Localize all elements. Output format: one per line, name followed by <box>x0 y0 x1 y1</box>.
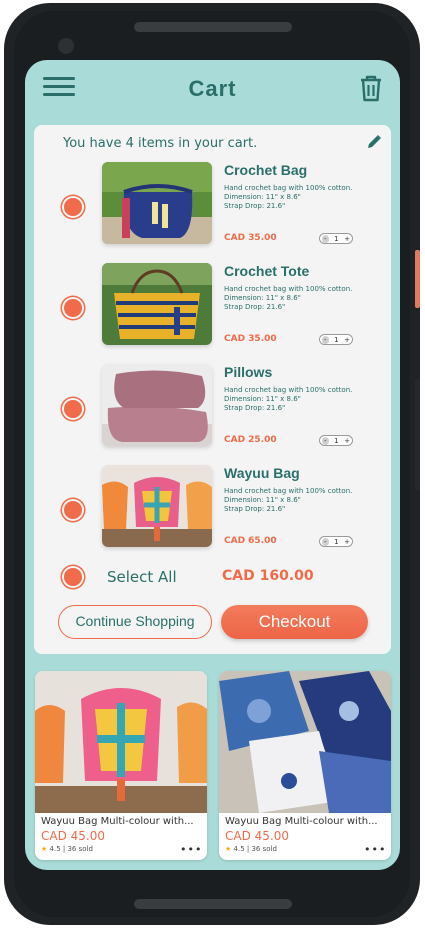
select-all-row: Select All CAD 160.00 <box>34 565 391 589</box>
star-icon: ★ <box>41 845 48 853</box>
decrement-button[interactable]: - <box>322 436 329 445</box>
item-desc-line: Dimension: 11" x 8.6" <box>224 395 301 403</box>
item-name: Pillows <box>224 364 273 380</box>
bottom-speaker <box>134 899 292 909</box>
increment-button[interactable]: + <box>344 336 350 344</box>
trash-icon[interactable] <box>359 75 383 103</box>
product-name: Wayuu Bag Multi-colour with... <box>225 816 378 827</box>
product-card[interactable]: Wayuu Bag Multi-colour with... CAD 45.00… <box>219 671 391 860</box>
cart-item: Crochet Bag Hand crochet bag with 100% c… <box>34 162 391 252</box>
cart-summary: You have 4 items in your cart. <box>63 136 258 151</box>
item-desc-line: Hand crochet bag with 100% cotton. <box>224 285 353 293</box>
quantity-stepper[interactable]: - 1 + <box>319 334 353 345</box>
item-select-radio[interactable] <box>64 198 82 216</box>
cart-total: CAD 160.00 <box>222 568 314 584</box>
rating-text: 4.5 | 36 sold <box>49 845 93 853</box>
item-desc-line: Hand crochet bag with 100% cotton. <box>224 386 353 394</box>
item-desc-line: Strap Drop: 21.6" <box>224 303 286 311</box>
cart-card: You have 4 items in your cart. Crochet B… <box>34 125 391 654</box>
item-desc-line: Strap Drop: 21.6" <box>224 404 286 412</box>
product-image-wayuu-bag[interactable] <box>102 465 212 547</box>
quantity-value: 1 <box>334 537 339 546</box>
select-all-label[interactable]: Select All <box>107 568 177 586</box>
continue-shopping-button[interactable]: Continue Shopping <box>58 605 212 639</box>
item-select-radio[interactable] <box>64 400 82 418</box>
decrement-button[interactable]: - <box>322 335 329 344</box>
top-bar: Cart <box>25 60 400 120</box>
item-description: Hand crochet bag with 100% cotton. Dimen… <box>224 285 364 312</box>
item-description: Hand crochet bag with 100% cotton. Dimen… <box>224 386 364 413</box>
product-image[interactable] <box>219 671 391 813</box>
item-desc-line: Strap Drop: 21.6" <box>224 505 286 513</box>
product-card[interactable]: Wayuu Bag Multi-colour with... CAD 45.00… <box>35 671 207 860</box>
item-name: Crochet Tote <box>224 263 310 279</box>
increment-button[interactable]: + <box>344 538 350 546</box>
volume-button <box>415 379 420 491</box>
cart-item: Crochet Tote Hand crochet bag with 100% … <box>34 263 391 353</box>
product-rating: ★ 4.5 | 36 sold <box>225 845 277 853</box>
top-speaker <box>134 22 292 32</box>
product-rating: ★ 4.5 | 36 sold <box>41 845 93 853</box>
cart-item: Wayuu Bag Hand crochet bag with 100% cot… <box>34 465 391 555</box>
quantity-value: 1 <box>334 234 339 243</box>
star-icon: ★ <box>225 845 232 853</box>
product-image-crochet-tote[interactable] <box>102 263 212 345</box>
product-price: CAD 45.00 <box>225 829 289 843</box>
pencil-edit-icon[interactable] <box>366 134 382 150</box>
product-image[interactable] <box>35 671 207 813</box>
quantity-stepper[interactable]: - 1 + <box>319 233 353 244</box>
select-all-radio[interactable] <box>64 568 82 586</box>
quantity-stepper[interactable]: - 1 + <box>319 536 353 547</box>
item-price: CAD 65.00 <box>224 536 277 546</box>
rating-text: 4.5 | 36 sold <box>233 845 277 853</box>
decrement-button[interactable]: - <box>322 537 329 546</box>
item-desc-line: Dimension: 11" x 8.6" <box>224 193 301 201</box>
checkout-button[interactable]: Checkout <box>221 605 368 639</box>
item-desc-line: Hand crochet bag with 100% cotton. <box>224 487 353 495</box>
page-title: Cart <box>188 76 237 101</box>
product-image-pillows[interactable] <box>102 364 212 446</box>
item-select-radio[interactable] <box>64 299 82 317</box>
item-price: CAD 35.00 <box>224 334 277 344</box>
product-price: CAD 45.00 <box>41 829 105 843</box>
quantity-value: 1 <box>334 436 339 445</box>
item-desc-line: Strap Drop: 21.6" <box>224 202 286 210</box>
increment-button[interactable]: + <box>344 235 350 243</box>
item-name: Wayuu Bag <box>224 465 300 481</box>
more-options-icon[interactable]: ••• <box>364 843 386 856</box>
product-image-crochet-bag[interactable] <box>102 162 212 244</box>
cart-item: Pillows Hand crochet bag with 100% cotto… <box>34 364 391 454</box>
item-description: Hand crochet bag with 100% cotton. Dimen… <box>224 487 364 514</box>
quantity-stepper[interactable]: - 1 + <box>319 435 353 446</box>
item-select-radio[interactable] <box>64 501 82 519</box>
power-button <box>415 250 420 308</box>
item-desc-line: Dimension: 11" x 8.6" <box>224 496 301 504</box>
app-screen: Cart You have 4 items in your cart. Croc… <box>25 60 400 870</box>
item-desc-line: Dimension: 11" x 8.6" <box>224 294 301 302</box>
item-description: Hand crochet bag with 100% cotton. Dimen… <box>224 184 364 211</box>
item-name: Crochet Bag <box>224 162 308 178</box>
item-desc-line: Hand crochet bag with 100% cotton. <box>224 184 353 192</box>
more-options-icon[interactable]: ••• <box>180 843 202 856</box>
item-price: CAD 35.00 <box>224 233 277 243</box>
increment-button[interactable]: + <box>344 437 350 445</box>
quantity-value: 1 <box>334 335 339 344</box>
decrement-button[interactable]: - <box>322 234 329 243</box>
product-name: Wayuu Bag Multi-colour with... <box>41 816 194 827</box>
front-camera <box>58 38 74 54</box>
item-price: CAD 25.00 <box>224 435 277 445</box>
